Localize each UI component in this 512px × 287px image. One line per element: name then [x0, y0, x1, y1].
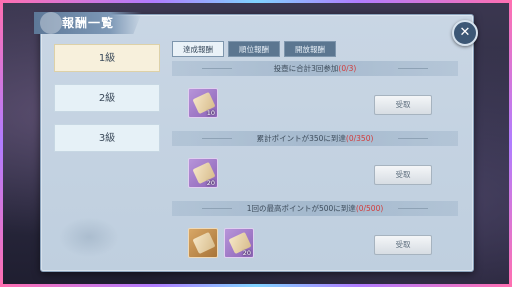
- requirement-text: 累計ポイントが350に到達: [256, 134, 346, 143]
- claim-button[interactable]: 受取: [374, 235, 432, 255]
- window-title: 報酬一覧: [62, 16, 115, 30]
- requirement-progress: (0/3): [338, 64, 357, 73]
- requirement-text: 1回の最高ポイントが500に到達: [246, 204, 356, 213]
- close-button[interactable]: ✕: [452, 20, 478, 46]
- item-count: 20: [206, 179, 215, 187]
- reward-row: 10 受取: [172, 79, 458, 129]
- frame-border-left: [0, 0, 3, 287]
- reward-item-slot[interactable]: [188, 228, 218, 258]
- requirement-progress: (0/350): [345, 134, 374, 143]
- reward-item-slot[interactable]: 20: [224, 228, 254, 258]
- reward-row: 20 受取: [172, 219, 458, 269]
- reward-item-slot[interactable]: 10: [188, 88, 218, 118]
- level-tab-2[interactable]: 2級: [54, 84, 160, 112]
- reward-item-slot[interactable]: 20: [188, 158, 218, 188]
- divider-line: [202, 138, 232, 139]
- title-emblem-icon: [40, 12, 62, 34]
- requirement-bar: 投壺に合計3回参加(0/3): [172, 61, 458, 76]
- level-tab-3[interactable]: 3級: [54, 124, 160, 152]
- level-list: 1級 2級 3級: [54, 44, 162, 164]
- divider-line: [398, 208, 428, 209]
- frame-border-top: [0, 0, 512, 3]
- tab-achievement-rewards[interactable]: 達成報酬: [172, 41, 224, 57]
- item-count: 20: [242, 249, 251, 257]
- divider-line: [202, 68, 232, 69]
- requirement-bar: 1回の最高ポイントが500に到達(0/500): [172, 201, 458, 216]
- divider-line: [398, 138, 428, 139]
- level-tab-1[interactable]: 1級: [54, 44, 160, 72]
- requirement-progress: (0/500): [355, 204, 384, 213]
- requirement-text: 投壺に合計3回参加: [273, 64, 339, 73]
- scroll-icon: [192, 231, 216, 255]
- claim-button[interactable]: 受取: [374, 165, 432, 185]
- divider-line: [202, 208, 232, 209]
- reward-content: 投壺に合計3回参加(0/3) 10 受取 累計ポイントが350に到達(0/350…: [172, 58, 458, 268]
- divider-line: [398, 68, 428, 69]
- requirement-bar: 累計ポイントが350に到達(0/350): [172, 131, 458, 146]
- claim-button[interactable]: 受取: [374, 95, 432, 115]
- tab-ranking-rewards[interactable]: 順位報酬: [228, 41, 280, 57]
- reward-row: 20 受取: [172, 149, 458, 199]
- item-count: 10: [206, 109, 215, 117]
- tab-unlock-rewards[interactable]: 開放報酬: [284, 41, 336, 57]
